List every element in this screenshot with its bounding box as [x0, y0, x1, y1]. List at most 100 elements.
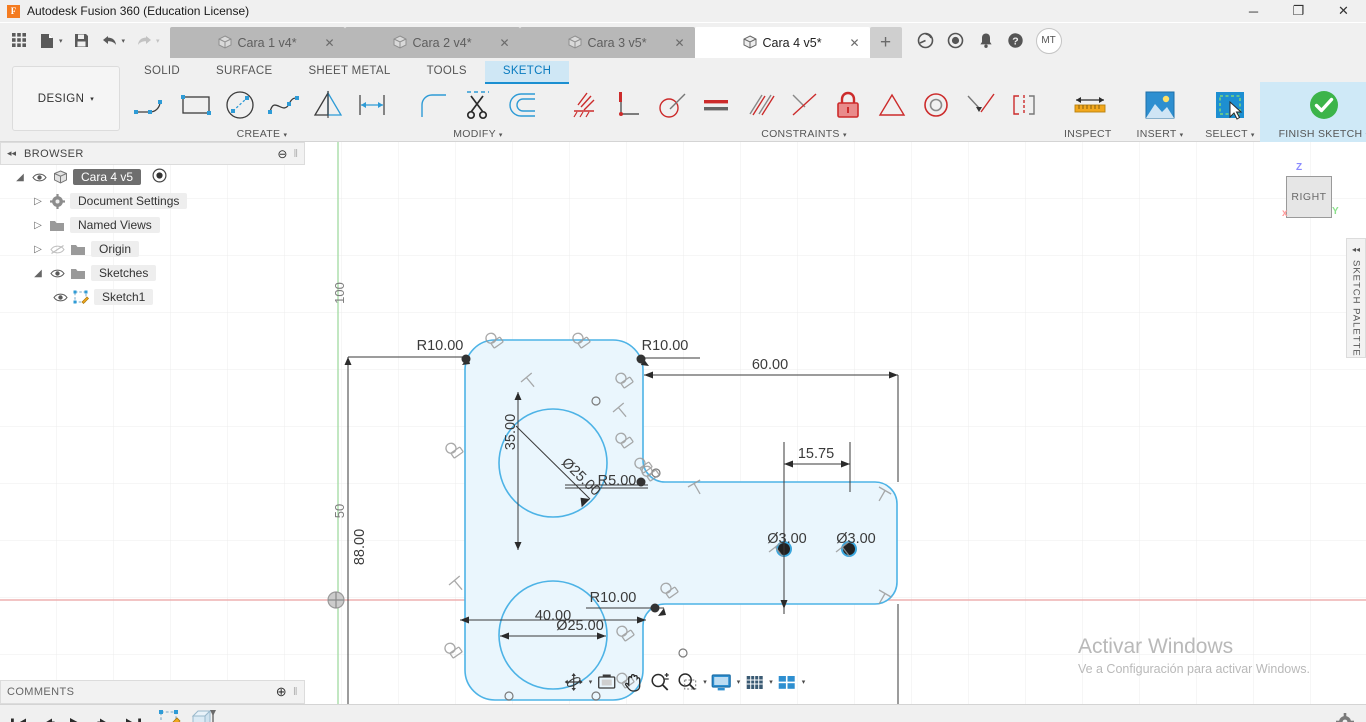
ribbon-group-modify-label[interactable]: MODIFY ▾ [453, 128, 503, 140]
visibility-eye-icon[interactable] [31, 172, 47, 183]
look-at-icon[interactable] [593, 669, 619, 695]
workspace-selector[interactable]: DESIGN ▾ [12, 66, 120, 131]
ribbon-group-finish-sketch-label[interactable]: FINISH SKETCH ▾ [1279, 128, 1366, 140]
document-tab-cara-1[interactable]: Cara 1 v4* ✕ [169, 27, 345, 58]
dimension-dia25-bottom[interactable]: Ø25.00 [556, 618, 604, 634]
modeling-canvas[interactable]: R10.00 R10.00 R10.00 R10.00 R10.00 R5.00… [0, 142, 1366, 704]
orbit-icon[interactable] [561, 669, 587, 695]
ribbon-group-select-label[interactable]: SELECT ▾ [1205, 128, 1255, 140]
activate-component-radio[interactable] [152, 168, 167, 186]
dimension-dia3-right[interactable]: Ø3.00 [836, 531, 876, 547]
ribbon-group-finish-sketch[interactable]: FINISH SKETCH ▾ [1260, 82, 1366, 142]
new-document-caret-icon[interactable]: ▾ [59, 37, 63, 45]
grid-snaps-caret-icon[interactable]: ▾ [769, 678, 773, 686]
rectangle-icon[interactable] [174, 83, 218, 127]
visibility-eye-icon[interactable] [49, 268, 65, 279]
extrude-feature-icon[interactable] [188, 708, 216, 722]
measure-icon[interactable] [1064, 82, 1116, 128]
midpoint-constraint-icon[interactable] [782, 83, 826, 127]
expand-arrow-icon[interactable]: ▷ [32, 196, 44, 207]
close-tab-icon[interactable]: ✕ [324, 36, 334, 50]
perpendicular-constraint-icon[interactable] [606, 83, 650, 127]
close-tab-icon[interactable]: ✕ [674, 36, 684, 50]
dimension-r10-tl[interactable]: R10.00 [417, 338, 464, 354]
tab-surface[interactable]: SURFACE [198, 61, 290, 84]
view-cube-face[interactable]: RIGHT [1286, 176, 1332, 218]
browser-grip-icon[interactable]: ‖ [293, 148, 298, 160]
lock-constraint-icon[interactable] [826, 83, 870, 127]
dimension-r10-tr[interactable]: R10.00 [642, 338, 689, 354]
close-tab-icon[interactable]: ✕ [499, 36, 509, 50]
view-cube[interactable]: RIGHT Z Y x [1276, 162, 1346, 232]
dimension-60-top[interactable]: 60.00 [752, 357, 788, 373]
parallel-constraint-icon[interactable] [738, 83, 782, 127]
tab-sheet-metal[interactable]: SHEET METAL [290, 61, 408, 84]
zoom-window-caret-icon[interactable]: ▾ [703, 678, 707, 686]
fix-constraint-icon[interactable] [562, 83, 606, 127]
curvature-constraint-icon[interactable] [1002, 83, 1046, 127]
avatar[interactable]: MT [1035, 27, 1062, 54]
document-tab-cara-2[interactable]: Cara 2 v4* ✕ [344, 27, 520, 58]
symmetry-constraint-icon[interactable] [870, 83, 914, 127]
collinear-constraint-icon[interactable] [958, 83, 1002, 127]
grid-icon[interactable] [6, 28, 32, 54]
expand-arrow-icon[interactable]: ▷ [32, 244, 44, 255]
step-forward-icon[interactable] [96, 717, 113, 722]
sketch-dimension-icon[interactable] [350, 83, 394, 127]
comments-grip-icon[interactable]: ‖ [293, 686, 298, 698]
grid-snaps-icon[interactable] [741, 669, 767, 695]
close-tab-icon[interactable]: ✕ [849, 36, 859, 50]
select-icon[interactable] [1204, 82, 1256, 128]
insert-image-icon[interactable] [1134, 82, 1186, 128]
new-tab-button[interactable]: + [869, 27, 902, 58]
circle-icon[interactable] [218, 83, 262, 127]
expand-arrow-icon[interactable]: ◢ [14, 172, 26, 183]
notifications-bell-icon[interactable] [972, 27, 1000, 55]
undo-caret-icon[interactable]: ▾ [122, 37, 126, 45]
orbit-caret-icon[interactable]: ▾ [589, 678, 593, 686]
close-window-button[interactable]: ✕ [1321, 0, 1366, 23]
concentric-constraint-icon[interactable] [914, 83, 958, 127]
browser-collapse-icon[interactable]: ◂◂ [7, 148, 16, 159]
tab-sketch[interactable]: SKETCH [484, 61, 570, 84]
ribbon-group-insert-label[interactable]: INSERT ▾ [1137, 128, 1184, 140]
add-comment-icon[interactable]: ⊕ [276, 684, 287, 700]
go-to-end-icon[interactable] [125, 717, 142, 722]
tab-solid[interactable]: SOLID [126, 61, 198, 84]
new-document-icon[interactable] [34, 28, 60, 54]
visibility-eye-off-icon[interactable] [49, 244, 65, 255]
gear-icon[interactable] [1336, 713, 1354, 722]
tab-tools[interactable]: TOOLS [409, 61, 485, 84]
zoom-icon[interactable] [646, 669, 672, 695]
pan-hand-icon[interactable] [620, 669, 645, 695]
dimension-15-75[interactable]: 15.75 [798, 446, 834, 462]
trim-scissors-icon[interactable] [456, 83, 500, 127]
browser-item-document-settings[interactable]: ▷ Document Settings [0, 189, 305, 213]
dimension-dia3-left[interactable]: Ø3.00 [767, 531, 807, 547]
display-settings-caret-icon[interactable]: ▾ [737, 678, 741, 686]
job-status-icon[interactable] [912, 27, 940, 55]
maximize-button[interactable]: ❐ [1276, 0, 1321, 23]
zoom-window-icon[interactable] [673, 669, 701, 695]
dimension-r10-mid[interactable]: R10.00 [590, 590, 637, 606]
display-settings-icon[interactable] [708, 669, 735, 695]
offset-icon[interactable] [500, 83, 544, 127]
expand-arrow-icon[interactable]: ▷ [32, 220, 44, 231]
help-icon[interactable]: ? [1002, 27, 1030, 55]
sketch-palette-panel[interactable]: ◂◂ SKETCH PALETTE [1346, 238, 1366, 358]
save-icon[interactable] [69, 28, 95, 54]
mirror-icon[interactable] [306, 83, 350, 127]
dimension-88[interactable]: 88.00 [352, 529, 368, 565]
redo-icon[interactable] [131, 28, 157, 54]
comments-panel[interactable]: COMMENTS ⊕ ‖ [0, 680, 305, 704]
minimize-button[interactable]: ─ [1231, 0, 1276, 23]
browser-minimize-icon[interactable]: ⊖ [277, 147, 287, 161]
dimension-35[interactable]: 35.00 [503, 414, 519, 450]
tangent-constraint-icon[interactable] [650, 83, 694, 127]
browser-item-named-views[interactable]: ▷ Named Views [0, 213, 305, 237]
browser-item-sketch1[interactable]: Sketch1 [0, 285, 305, 309]
sketch-palette-collapse-icon[interactable]: ◂◂ [1352, 245, 1360, 254]
step-back-icon[interactable] [39, 717, 56, 722]
spline-icon[interactable] [262, 83, 306, 127]
fillet-icon[interactable] [412, 83, 456, 127]
